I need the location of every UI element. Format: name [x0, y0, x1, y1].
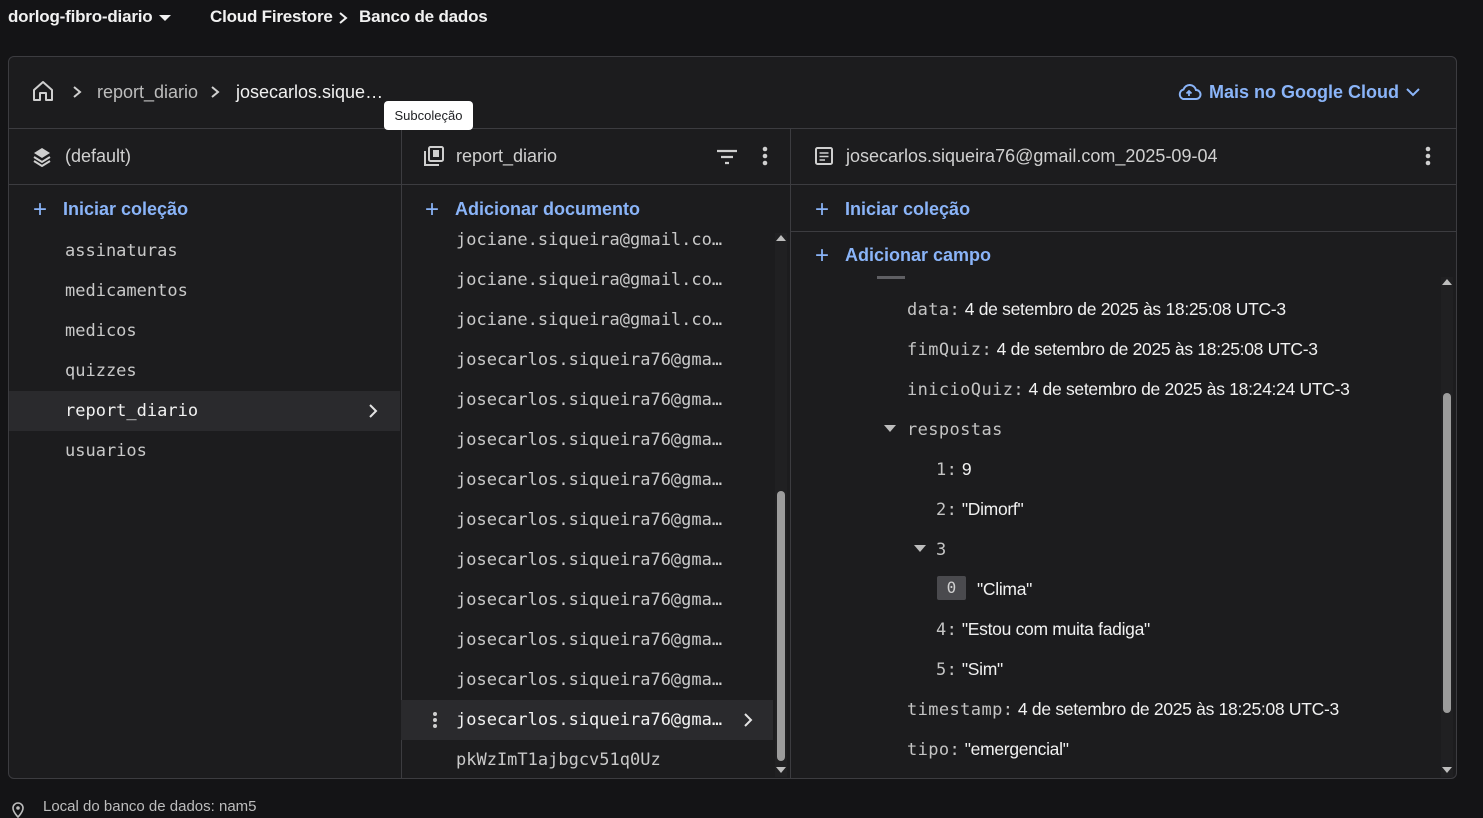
chevron-right-icon — [369, 404, 378, 418]
home-icon[interactable] — [31, 79, 55, 103]
google-cloud-label: Mais no Google Cloud — [1209, 82, 1399, 102]
chevron-right-icon — [211, 86, 220, 98]
collection-item[interactable]: usuarios — [65, 441, 147, 461]
collection-item[interactable]: quizzes — [65, 361, 137, 381]
document-item[interactable]: josecarlos.siqueira76@gmail.com_2025-08-… — [456, 390, 730, 410]
field-inicioQuiz[interactable]: inicioQuiz: 4 de setembro de 2025 às 18:… — [907, 379, 1350, 400]
field-tipo[interactable]: tipo: "emergencial" — [907, 739, 1069, 760]
more-vert-icon[interactable] — [1424, 145, 1432, 167]
scroll-up-icon[interactable] — [775, 233, 787, 243]
filter-icon[interactable] — [715, 147, 739, 167]
dropdown-arrow-icon[interactable] — [157, 12, 173, 24]
document-item[interactable]: jociane.siqueira@gmail.com_2025-09-03 — [456, 310, 730, 330]
document-icon — [815, 147, 833, 165]
breadcrumb: report_diario josecarlos.sique… Mais no … — [9, 57, 1456, 129]
firestore-panel: report_diario josecarlos.sique… Mais no … — [8, 56, 1457, 779]
document-item[interactable]: josecarlos.siqueira76@gmail.com_2025-08-… — [456, 470, 730, 490]
collection-item-selected[interactable]: report_diario — [9, 391, 400, 431]
subcollection-tooltip: Subcoleção — [384, 101, 473, 130]
scroll-down-icon[interactable] — [1441, 765, 1453, 775]
field-respostas-4[interactable]: 4: "Estou com muita fadiga" — [936, 619, 1150, 640]
plus-icon: + — [33, 196, 48, 223]
cloud-icon — [1178, 84, 1202, 100]
document-item[interactable]: josecarlos.siqueira76@gmail.com_2025-08-… — [456, 590, 730, 610]
collection-column: report_diario + Adicionar documento joci… — [401, 129, 791, 778]
collection-name: report_diario — [456, 146, 558, 166]
chevron-down-icon[interactable] — [1405, 86, 1421, 98]
field-respostas-1[interactable]: 1: 9 — [936, 459, 972, 480]
more-vert-icon[interactable] — [432, 711, 438, 729]
expand-arrow-icon[interactable] — [913, 544, 927, 554]
document-item[interactable]: josecarlos.siqueira76@gmail.com_2025-08-… — [456, 630, 730, 650]
document-name: josecarlos.siqueira76@gmail.com_2025-09-… — [846, 146, 1218, 166]
field-respostas-3[interactable]: 3 — [936, 539, 947, 560]
collection-item[interactable]: medicamentos — [65, 281, 188, 301]
database-location: Local do banco de dados: nam5 — [43, 798, 257, 815]
field-timestamp[interactable]: timestamp: 4 de setembro de 2025 às 18:2… — [907, 699, 1339, 720]
scrollbar-thumb[interactable] — [777, 491, 785, 761]
chevron-right-icon — [73, 86, 82, 98]
document-item[interactable]: josecarlos.siqueira76@gmail.com_2025-08-… — [456, 510, 730, 530]
document-item[interactable]: josecarlos.siqueira76@gmail.com_2025-08-… — [456, 550, 730, 570]
document-item-label: josecarlos.siqueira76@gmail.com_2025-09-… — [456, 710, 730, 730]
document-item-selected[interactable]: josecarlos.siqueira76@gmail.com_2025-09-… — [401, 700, 773, 740]
divider — [791, 231, 1456, 232]
document-item[interactable]: pkWzImT1ajbgcv51q0Uz — [456, 750, 730, 770]
top-bar: dorlog-fibro-diario Cloud Firestore Banc… — [0, 0, 1483, 38]
project-name: dorlog-fibro-diario — [8, 7, 153, 26]
database-header: (default) — [9, 129, 401, 185]
plus-icon: + — [425, 196, 440, 223]
expand-arrow-icon[interactable] — [883, 424, 897, 434]
field-respostas-2[interactable]: 2: "Dimorf" — [936, 499, 1024, 520]
scroll-up-icon[interactable] — [1441, 277, 1453, 287]
field-respostas-3-0[interactable]: "Clima" — [977, 579, 1032, 600]
collection-item[interactable]: medicos — [65, 321, 137, 341]
product-name[interactable]: Cloud Firestore — [210, 7, 333, 27]
chevron-right-icon — [744, 713, 753, 727]
document-item[interactable]: jociane.siqueira@gmail.com_2025-09-01 — [456, 230, 730, 250]
collection-item-label: report_diario — [65, 401, 199, 421]
collection-header: report_diario — [401, 129, 790, 185]
field-respostas[interactable]: respostas — [907, 419, 1003, 440]
database-name: (default) — [65, 146, 132, 166]
database-column: (default) + Iniciar coleção assinaturas … — [9, 129, 402, 778]
section-title: Banco de dados — [359, 7, 488, 26]
project-selector[interactable]: dorlog-fibro-diario — [8, 7, 153, 27]
location-pin-icon — [12, 802, 24, 818]
documents-scrollbar[interactable] — [775, 233, 787, 777]
scroll-down-icon[interactable] — [775, 765, 787, 775]
database-stack-icon — [33, 148, 51, 167]
array-index-badge: 0 — [937, 576, 966, 600]
document-item[interactable]: josecarlos.siqueira76@gmail.com_2025-09-… — [456, 670, 730, 690]
document-item[interactable]: josecarlos.siqueira76@gmail.com_2025-08-… — [456, 350, 730, 370]
field-data[interactable]: data: 4 de setembro de 2025 às 18:25:08 … — [907, 299, 1286, 320]
document-header: josecarlos.siqueira76@gmail.com_2025-09-… — [791, 129, 1456, 185]
collection-icon — [424, 146, 444, 166]
field-respostas-5[interactable]: 5: "Sim" — [936, 659, 1003, 680]
google-cloud-link[interactable]: Mais no Google Cloud — [1176, 81, 1436, 107]
chevron-right-icon — [339, 12, 348, 24]
plus-icon: + — [815, 242, 830, 269]
breadcrumb-collection[interactable]: report_diario — [97, 82, 198, 103]
more-vert-icon[interactable] — [761, 145, 769, 167]
plus-icon: + — [815, 196, 830, 223]
document-column: josecarlos.siqueira76@gmail.com_2025-09-… — [791, 129, 1456, 778]
document-item[interactable]: jociane.siqueira@gmail.com_2025-09-02 — [456, 270, 730, 290]
breadcrumb-document[interactable]: josecarlos.sique… — [236, 82, 383, 103]
scrollbar-thumb[interactable] — [1443, 393, 1451, 713]
fields-scrollbar[interactable] — [1441, 277, 1453, 777]
collection-item[interactable]: assinaturas — [65, 241, 178, 261]
drag-handle — [877, 276, 905, 279]
document-item[interactable]: josecarlos.siqueira76@gmail.com_2025-08-… — [456, 430, 730, 450]
field-fimQuiz[interactable]: fimQuiz: 4 de setembro de 2025 às 18:25:… — [907, 339, 1318, 360]
